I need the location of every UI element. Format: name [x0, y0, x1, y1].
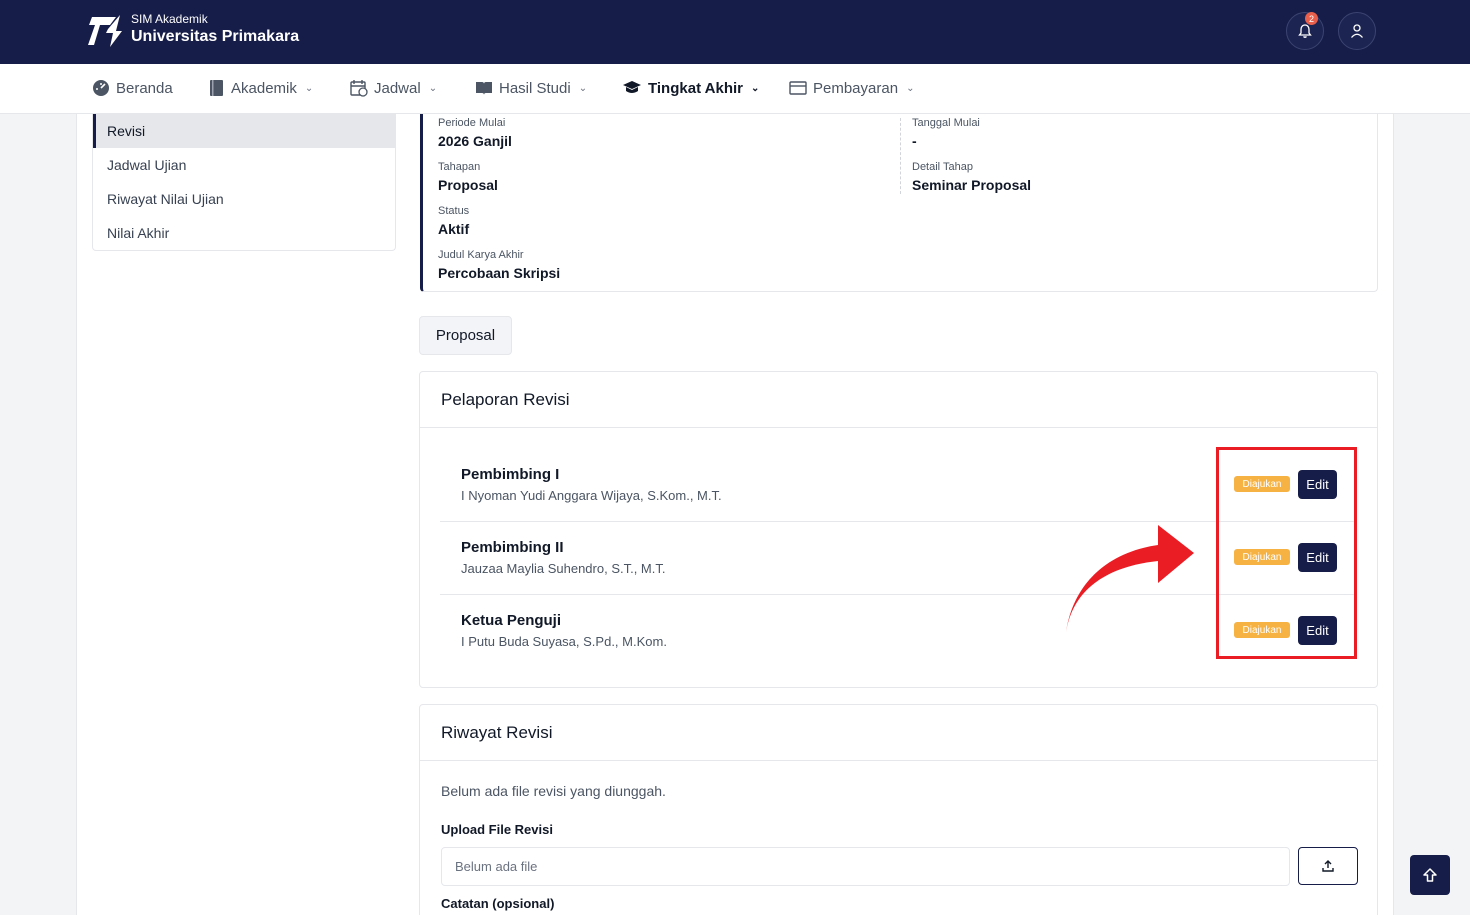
calendar-icon [350, 80, 368, 97]
chevron-down-icon: ⌄ [578, 82, 588, 94]
book-icon [210, 80, 223, 96]
tab-proposal[interactable]: Proposal [419, 316, 512, 355]
nav-label: Jadwal [374, 79, 421, 97]
judul-label: Judul Karya Akhir [438, 249, 524, 261]
judul-field: Judul Karya Akhir Percobaan Skripsi [438, 249, 560, 281]
user-icon [1351, 24, 1363, 38]
reviewer-name: Jauzaa Maylia Suhendro, S.T., M.T. [461, 561, 666, 576]
sidebar-menu: Revisi Jadwal Ujian Riwayat Nilai Ujian … [92, 114, 396, 251]
highlight-box [1216, 447, 1357, 659]
curved-arrow-icon [1066, 525, 1194, 633]
reviewer-role: Pembimbing II [461, 539, 564, 556]
nav-label: Hasil Studi [499, 79, 571, 97]
tanggal-field: Tanggal Mulai - [912, 117, 980, 149]
tanggal-label: Tanggal Mulai [912, 117, 980, 129]
empty-state-text: Belum ada file revisi yang diunggah. [441, 783, 666, 799]
nav-jadwal[interactable]: Jadwal ⌄ [350, 64, 437, 112]
scroll-to-top-button[interactable] [1410, 855, 1450, 895]
nav-pembayaran[interactable]: Pembayaran ⌄ [789, 64, 914, 112]
sidebar-item-jadwal-ujian[interactable]: Jadwal Ujian [93, 148, 395, 182]
nav-label: Beranda [116, 79, 173, 97]
riwayat-revisi-card: Riwayat Revisi Belum ada file revisi yan… [419, 704, 1378, 915]
main-nav: Beranda Akademik ⌄ Jadwal ⌄ Hasil Studi … [0, 64, 1470, 114]
arrow-up-icon [1423, 868, 1437, 882]
status-field: Status Aktif [438, 205, 469, 237]
top-bar: SIM Akademik Universitas Primakara 2 [0, 0, 1470, 64]
periode-label: Periode Mulai [438, 117, 506, 129]
wallet-icon [789, 81, 807, 95]
periode-field: Periode Mulai 2026 Ganjil [438, 117, 512, 149]
nav-label: Tingkat Akhir [648, 79, 744, 97]
bell-icon [1298, 24, 1312, 38]
reviewer-name: I Putu Buda Suyasa, S.Pd., M.Kom. [461, 634, 667, 649]
reviewer-role: Pembimbing I [461, 466, 560, 483]
upload-button[interactable] [1298, 847, 1358, 885]
status-value: Aktif [438, 221, 470, 237]
chevron-down-icon: ⌄ [751, 82, 760, 94]
university-logo[interactable] [86, 11, 124, 49]
periode-value: 2026 Ganjil [438, 133, 512, 149]
sidebar-item-nilai-akhir[interactable]: Nilai Akhir [93, 216, 395, 250]
upload-file-label: Upload File Revisi [441, 822, 553, 837]
file-input[interactable]: Belum ada file [441, 847, 1290, 886]
nav-akademik[interactable]: Akademik ⌄ [209, 64, 313, 112]
pelaporan-revisi-title: Pelaporan Revisi [420, 372, 1377, 428]
tahapan-value: Proposal [438, 177, 498, 193]
catatan-label: Catatan (opsional) [441, 896, 555, 911]
brand-title: Universitas Primakara [131, 28, 300, 45]
detail-tahap-label: Detail Tahap [912, 161, 973, 173]
chevron-down-icon: ⌄ [304, 82, 314, 94]
sidebar-item-riwayat-nilai-ujian[interactable]: Riwayat Nilai Ujian [93, 182, 395, 216]
tanggal-value: - [912, 133, 917, 149]
graduation-cap-icon [623, 81, 641, 93]
nav-hasil-studi[interactable]: Hasil Studi ⌄ [475, 64, 587, 112]
info-divider [900, 118, 901, 194]
upload-icon [1322, 860, 1334, 872]
profile-button[interactable] [1338, 12, 1376, 50]
detail-tahap-value: Seminar Proposal [912, 177, 1032, 193]
reviewer-role: Ketua Penguji [461, 612, 562, 629]
detail-tahap-field: Detail Tahap Seminar Proposal [912, 161, 1031, 193]
notification-count-badge: 2 [1305, 12, 1318, 25]
sidebar-item-revisi[interactable]: Revisi [93, 114, 395, 148]
tahapan-label: Tahapan [438, 161, 481, 173]
dashboard-icon [93, 80, 109, 96]
nav-label: Pembayaran [813, 79, 899, 97]
riwayat-revisi-title: Riwayat Revisi [420, 705, 1377, 761]
tahapan-field: Tahapan Proposal [438, 161, 498, 193]
nav-label: Akademik [231, 79, 297, 97]
chevron-down-icon: ⌄ [906, 82, 915, 94]
nav-beranda[interactable]: Beranda [92, 64, 173, 112]
nav-tingkat-akhir[interactable]: Tingkat Akhir ⌄ [622, 64, 759, 112]
reviewer-name: I Nyoman Yudi Anggara Wijaya, S.Kom., M.… [461, 488, 722, 503]
open-book-icon [476, 82, 492, 95]
status-label: Status [438, 205, 470, 217]
thesis-info-card: Periode Mulai 2026 Ganjil Tanggal Mulai … [420, 114, 1378, 292]
brand-subtitle: SIM Akademik [131, 12, 208, 26]
judul-value: Percobaan Skripsi [438, 265, 561, 281]
chevron-down-icon: ⌄ [428, 82, 438, 94]
notification-button[interactable]: 2 [1286, 12, 1324, 50]
